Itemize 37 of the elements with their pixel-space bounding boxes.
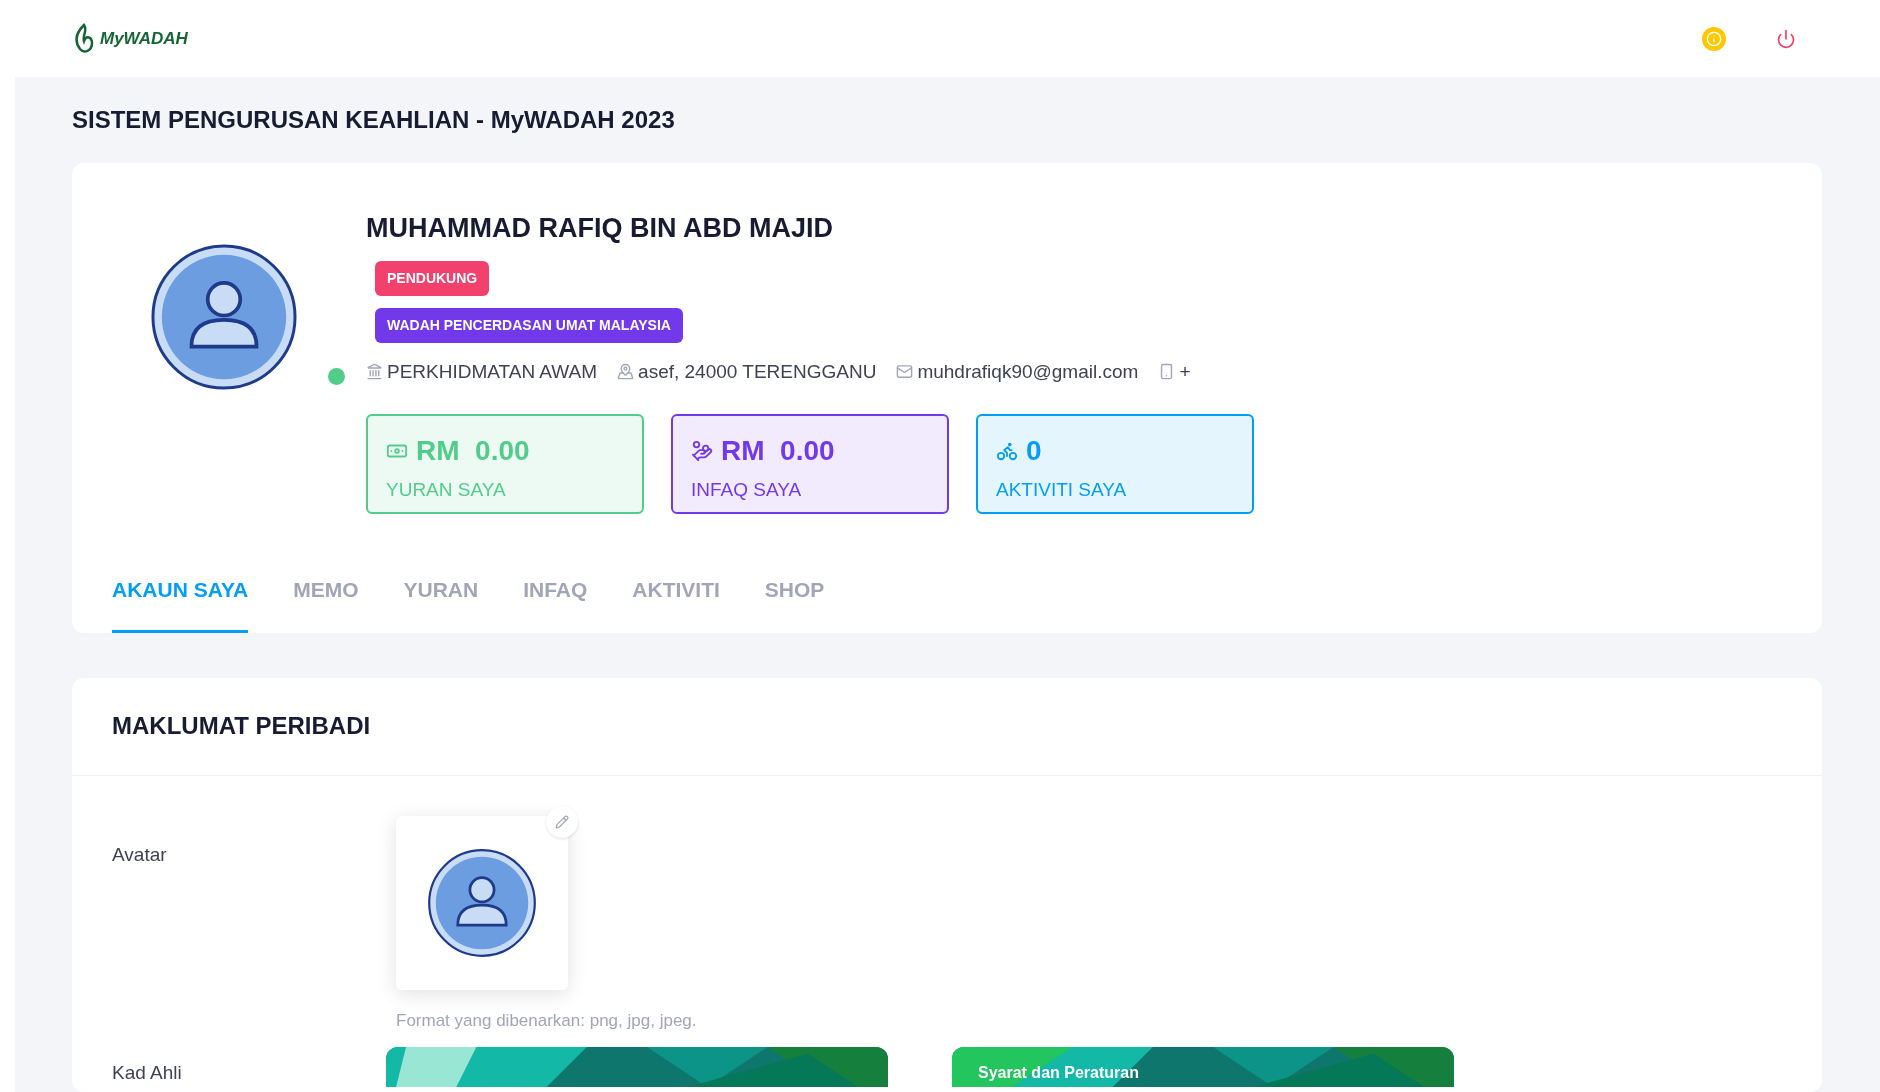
- stat-value: RM 0.00: [721, 434, 835, 468]
- profile-detail: muhdrafiqk90@gmail.com: [917, 359, 1139, 384]
- stat-value: RM 0.00: [416, 434, 530, 468]
- badge: WADAH PENCERDASAN UMAT MALAYSIA: [375, 307, 683, 343]
- badge: PENDUKUNG: [375, 260, 490, 296]
- stat-label: AKTIVITI SAYA: [996, 478, 1128, 502]
- stat-value: 0: [1026, 434, 1042, 468]
- card-caption: Syarat dan Peraturan: [978, 1063, 1139, 1083]
- hint-text: Format yang dibenarkan: png, jpg, jpeg.: [396, 1009, 697, 1032]
- tab[interactable]: SHOP: [764, 574, 825, 633]
- pencil-icon: [555, 814, 569, 829]
- map-icon: [617, 363, 635, 381]
- section-title: MAKLUMAT PERIBADI: [112, 711, 371, 741]
- field-label: Kad Ahli: [112, 1061, 183, 1085]
- power-icon: [1776, 28, 1796, 49]
- stat-label: YURAN SAYA: [386, 478, 507, 502]
- tab[interactable]: MEMO: [293, 574, 359, 633]
- logo-text: MyWADAH: [100, 27, 188, 50]
- info-icon: [1706, 30, 1722, 47]
- profile-detail: PERKHIDMATAN AWAM: [387, 359, 598, 384]
- tab[interactable]: YURAN: [403, 574, 479, 633]
- tab[interactable]: INFAQ: [523, 574, 588, 633]
- avatar-upload[interactable]: [396, 815, 568, 990]
- stat-label: INFAQ SAYA: [691, 478, 803, 502]
- building-icon: [366, 363, 383, 381]
- profile-name: MUHAMMAD RAFIQ BIN ABD MAJID: [366, 212, 834, 245]
- profile-detail: +: [1179, 359, 1191, 384]
- tab[interactable]: AKTIVITI: [632, 574, 720, 633]
- tab[interactable]: AKAUN SAYA: [112, 574, 249, 633]
- edit-button[interactable]: [546, 805, 578, 838]
- hand-coin-icon: [691, 440, 713, 462]
- bicycle-icon: [996, 440, 1018, 462]
- mail-icon: [896, 363, 914, 381]
- page-title: SISTEM PENGURUSAN KEAHLIAN - MyWADAH 2023: [72, 105, 676, 135]
- field-label: Avatar: [112, 842, 168, 867]
- profile-detail: asef, 24000 TERENGGANU: [638, 359, 877, 384]
- logo-icon: [72, 22, 96, 55]
